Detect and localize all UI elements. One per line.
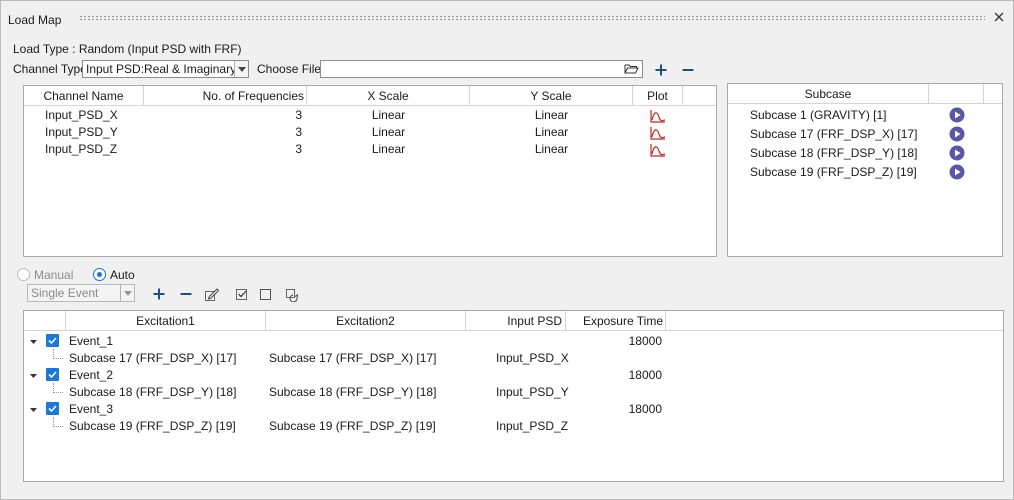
uncheck-all-icon[interactable] (258, 286, 274, 302)
channel-name[interactable]: Input_PSD_X (45, 107, 118, 124)
add-channel-button[interactable] (653, 62, 669, 78)
drag-grip[interactable] (79, 15, 985, 21)
event-excitation2[interactable]: Subcase 19 (FRF_DSP_Z) [19] (269, 418, 436, 435)
folder-open-icon[interactable] (624, 62, 639, 76)
play-icon[interactable] (949, 145, 965, 161)
event-checkbox[interactable] (46, 334, 59, 347)
channel-type-select[interactable]: Input PSD:Real & Imaginary (82, 60, 249, 78)
event-name[interactable]: Event_3 (69, 401, 113, 418)
channel-frequencies: 3 (295, 108, 302, 122)
event-excitation2[interactable]: Subcase 18 (FRF_DSP_Y) [18] (269, 384, 436, 401)
channel-x-scale[interactable]: Linear (307, 107, 470, 124)
collapse-icon[interactable] (30, 338, 38, 346)
event-exposure-time[interactable]: 18000 (566, 401, 662, 418)
channels-table: Channel Name No. of Frequencies X Scale … (23, 85, 717, 257)
column-header-frequencies[interactable]: No. of Frequencies (144, 86, 307, 106)
event-name[interactable]: Event_1 (69, 333, 113, 350)
column-header-y-scale[interactable]: Y Scale (470, 86, 633, 106)
event-excitation1[interactable]: Subcase 18 (FRF_DSP_Y) [18] (69, 384, 236, 401)
subcase-item[interactable]: Subcase 19 (FRF_DSP_Z) [19] (750, 164, 917, 181)
subcase-table: Subcase Subcase 1 (GRAVITY) [1] Subcase … (727, 83, 1003, 257)
channel-type-value: Input PSD:Real & Imaginary (86, 62, 237, 76)
add-event-button[interactable] (151, 286, 167, 302)
event-name[interactable]: Event_2 (69, 367, 113, 384)
collapse-icon[interactable] (30, 372, 38, 380)
channel-frequencies: 3 (295, 142, 302, 156)
event-type-select[interactable]: Single Event (27, 284, 135, 302)
column-header-x-scale[interactable]: X Scale (307, 86, 470, 106)
event-type-value: Single Event (31, 286, 99, 300)
load-type-label: Load Type : Random (Input PSD with FRF) (13, 42, 242, 56)
column-header-input-psd[interactable]: Input PSD (466, 311, 566, 331)
channel-name[interactable]: Input_PSD_Y (45, 124, 118, 141)
edit-icon[interactable] (204, 286, 220, 302)
play-icon[interactable] (949, 126, 965, 142)
channel-y-scale[interactable]: Linear (470, 124, 633, 141)
event-excitation2[interactable]: Subcase 17 (FRF_DSP_X) [17] (269, 350, 436, 367)
channel-type-label: Channel Type (13, 62, 87, 76)
close-icon[interactable] (992, 10, 1006, 24)
event-excitation1[interactable]: Subcase 19 (FRF_DSP_Z) [19] (69, 418, 236, 435)
chevron-down-icon (234, 61, 248, 77)
column-header-channel-name[interactable]: Channel Name (24, 86, 144, 106)
remove-event-button[interactable] (178, 286, 194, 302)
column-header-subcase[interactable]: Subcase (728, 84, 929, 104)
choose-file-input[interactable] (320, 60, 643, 78)
event-exposure-time[interactable]: 18000 (566, 367, 662, 384)
play-icon[interactable] (949, 107, 965, 123)
event-input-psd[interactable]: Input_PSD_X (496, 350, 569, 367)
collapse-icon[interactable] (30, 406, 38, 414)
subcase-item[interactable]: Subcase 1 (GRAVITY) [1] (750, 107, 887, 124)
window-title: Load Map (8, 13, 62, 27)
play-icon[interactable] (949, 164, 965, 180)
chevron-down-icon (120, 285, 134, 301)
events-table: Excitation1 Excitation2 Input PSD Exposu… (23, 310, 1004, 482)
load-map-window: Load Map Load Type : Random (Input PSD w… (0, 0, 1014, 500)
channel-name[interactable]: Input_PSD_Z (45, 141, 117, 158)
channel-frequencies: 3 (295, 125, 302, 139)
column-header-plot[interactable]: Plot (633, 86, 683, 106)
subcase-item[interactable]: Subcase 17 (FRF_DSP_X) [17] (750, 126, 917, 143)
channel-y-scale[interactable]: Linear (470, 107, 633, 124)
auto-label: Auto (110, 268, 135, 282)
plot-icon[interactable] (650, 126, 666, 140)
title-bar[interactable]: Load Map (1, 1, 1013, 37)
event-input-psd[interactable]: Input_PSD_Y (496, 384, 569, 401)
subcase-item[interactable]: Subcase 18 (FRF_DSP_Y) [18] (750, 145, 917, 162)
auto-radio[interactable] (93, 268, 106, 281)
plot-icon[interactable] (650, 143, 666, 157)
event-exposure-time[interactable]: 18000 (566, 333, 662, 350)
channel-x-scale[interactable]: Linear (307, 141, 470, 158)
remove-channel-button[interactable] (680, 62, 696, 78)
column-header-excitation2[interactable]: Excitation2 (266, 311, 466, 331)
column-header-excitation1[interactable]: Excitation1 (66, 311, 266, 331)
channel-x-scale[interactable]: Linear (307, 124, 470, 141)
manual-radio[interactable] (17, 268, 30, 281)
event-input-psd[interactable]: Input_PSD_Z (496, 418, 568, 435)
event-checkbox[interactable] (46, 402, 59, 415)
event-checkbox[interactable] (46, 368, 59, 381)
channel-y-scale[interactable]: Linear (470, 141, 633, 158)
refresh-icon[interactable] (284, 286, 300, 302)
column-header-exposure-time[interactable]: Exposure Time (566, 311, 666, 331)
choose-file-label: Choose File (257, 62, 322, 76)
manual-label: Manual (34, 268, 74, 282)
plot-icon[interactable] (650, 109, 666, 123)
event-excitation1[interactable]: Subcase 17 (FRF_DSP_X) [17] (69, 350, 236, 367)
check-all-icon[interactable] (234, 286, 250, 302)
